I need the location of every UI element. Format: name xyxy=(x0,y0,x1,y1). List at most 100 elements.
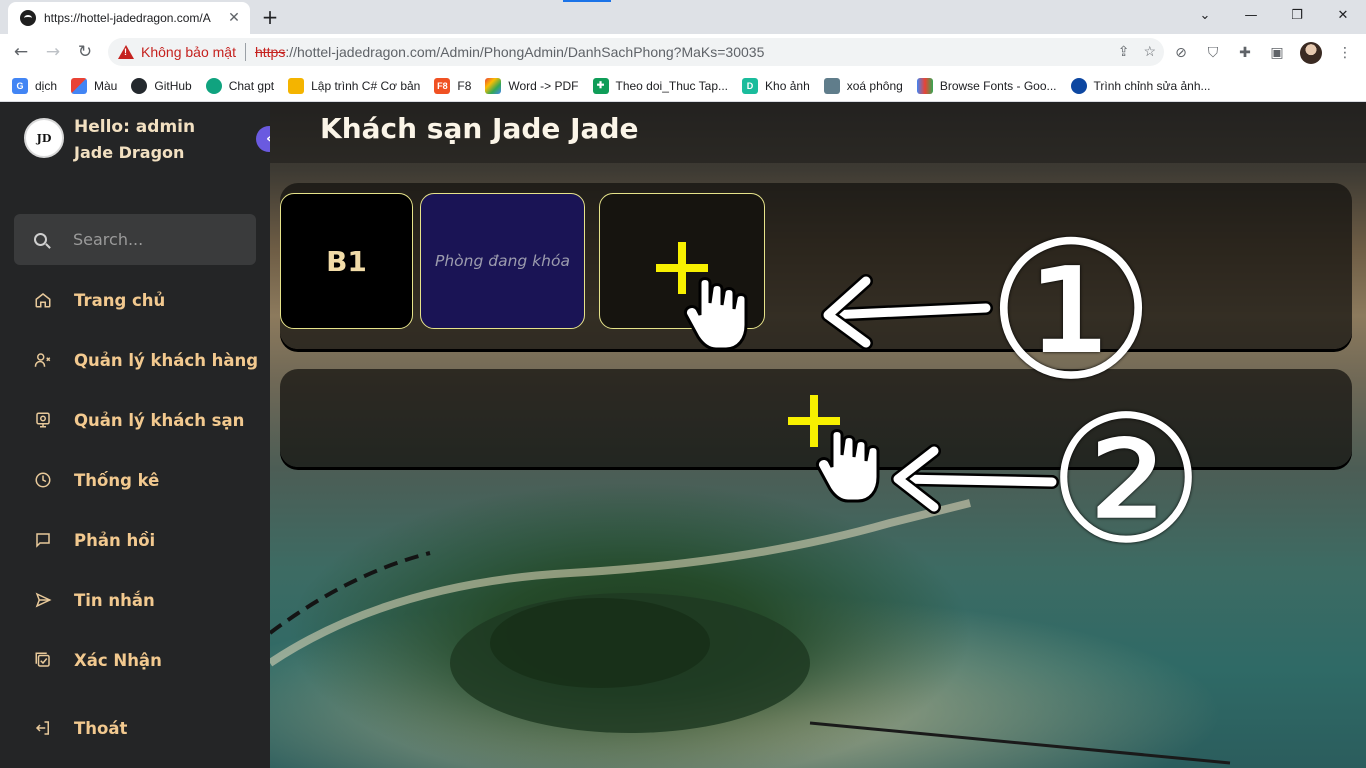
photo-editor-icon xyxy=(1070,77,1087,94)
bookmark-item[interactable]: ✚ Theo doi_Thuc Tap... xyxy=(592,77,728,94)
security-status[interactable]: Không bảo mật xyxy=(141,44,236,60)
annotation-number-1: ① xyxy=(985,201,1157,422)
bookmark-item[interactable]: Word -> PDF xyxy=(485,77,579,94)
jade-dragon-logo xyxy=(24,118,64,158)
url-protocol: https xyxy=(254,44,286,60)
plus-icon xyxy=(656,242,708,294)
share-icon[interactable]: ⇪ xyxy=(1118,43,1130,60)
bookmark-item[interactable]: Gdịch xyxy=(12,77,57,94)
remove-bg-icon xyxy=(823,77,840,94)
close-window-icon[interactable]: ✕ xyxy=(1320,0,1366,30)
sidebar-item-label: Thoát xyxy=(74,718,128,738)
side-panel-icon[interactable]: ▣ xyxy=(1268,44,1286,62)
sidebar-item-feedback[interactable]: Phản hồi xyxy=(0,520,270,560)
room-list-panel: B1 Phòng đang khóa xyxy=(280,183,1352,349)
url-divider xyxy=(244,43,246,61)
annotation-number-2: ② xyxy=(1047,378,1205,583)
sidebar-item-label: Tin nhắn xyxy=(74,590,155,610)
sidebar-item-label: Thống kê xyxy=(74,470,160,490)
puzzle-extensions-icon[interactable]: ✚ xyxy=(1236,44,1254,62)
admin-page: Hello: admin Jade Dragon ‹ Trang chủ Quả… xyxy=(0,103,1366,768)
search-icon xyxy=(34,233,47,246)
photo-store-icon: D xyxy=(742,77,759,94)
greeting: Hello: admin xyxy=(74,117,196,137)
csharp-icon xyxy=(288,77,305,94)
bookmark-item[interactable]: F8 F8 xyxy=(434,77,471,94)
google-fonts-icon xyxy=(916,77,933,94)
user-x-icon xyxy=(33,350,53,370)
word-pdf-icon xyxy=(485,77,502,94)
home-icon xyxy=(33,290,53,310)
reload-icon[interactable]: ↻ xyxy=(72,39,98,65)
brand-name: Jade Dragon xyxy=(74,143,185,162)
address-bar[interactable]: Không bảo mật https ://hottel-jadedragon… xyxy=(108,38,1164,66)
bookmark-item[interactable]: Chat gpt xyxy=(205,77,274,94)
sidebar-item-label: Trang chủ xyxy=(74,290,166,310)
sidebar-item-label: Phản hồi xyxy=(74,530,156,550)
sidebar-item-statistics[interactable]: Thống kê xyxy=(0,460,270,500)
bookmark-item[interactable]: Browse Fonts - Goo... xyxy=(916,77,1057,94)
sidebar-item-label: Quản lý khách sạn xyxy=(74,410,245,430)
send-icon xyxy=(33,590,53,610)
menu-kebab-icon[interactable]: ⋮ xyxy=(1336,44,1354,62)
bookmark-item[interactable]: Màu xyxy=(71,77,117,94)
browser-tabstrip: https://hottel-jadedragon.com/A ✕ + ⌄ — … xyxy=(0,0,1366,34)
f8-icon: F8 xyxy=(434,77,451,94)
extension-icons: ⊘ ⛉ ✚ ▣ ⋮ xyxy=(1172,42,1354,64)
hotel-icon xyxy=(33,410,53,430)
check-square-icon xyxy=(33,650,53,670)
search-input[interactable] xyxy=(73,230,243,249)
search-box[interactable] xyxy=(14,214,256,265)
bookmark-item[interactable]: GitHub xyxy=(131,77,192,94)
profile-avatar[interactable] xyxy=(1300,42,1322,64)
compass-extension-icon[interactable]: ⊘ xyxy=(1172,44,1190,62)
tab-title: https://hottel-jadedragon.com/A xyxy=(44,11,211,25)
add-room-button[interactable] xyxy=(599,193,765,329)
shield-extension-icon[interactable]: ⛉ xyxy=(1204,44,1222,62)
github-icon xyxy=(131,77,148,94)
bookmark-item[interactable]: D Kho ảnh xyxy=(742,77,810,94)
main-content: Khách sạn Jade Jade B1 Phòng đang khóa ①… xyxy=(270,103,1366,768)
browser-toolbar: ← → ↻ Không bảo mật https ://hottel-jade… xyxy=(0,34,1366,70)
window-controls: ⌄ — ❐ ✕ xyxy=(1182,0,1366,30)
room-card-b1[interactable]: B1 xyxy=(280,193,413,329)
new-tab-button[interactable]: + xyxy=(258,6,282,30)
sidebar: Hello: admin Jade Dragon ‹ Trang chủ Quả… xyxy=(0,103,282,768)
logout-icon xyxy=(33,718,53,738)
bookmark-item[interactable]: Lập trình C# Cơ bản xyxy=(288,77,420,94)
sidebar-item-hotels[interactable]: Quản lý khách sạn xyxy=(0,400,270,440)
bookmark-star-icon[interactable]: ☆ xyxy=(1143,43,1156,60)
sidebar-item-home[interactable]: Trang chủ xyxy=(0,280,270,320)
color-palette-icon xyxy=(71,77,88,94)
site-favicon-icon xyxy=(20,10,36,26)
sidebar-item-messages[interactable]: Tin nhắn xyxy=(0,580,270,620)
chatgpt-icon xyxy=(205,77,222,94)
omnibox-actions: ⇪ ☆ xyxy=(1118,43,1156,60)
minimize-icon[interactable]: — xyxy=(1228,0,1274,30)
browser-tab[interactable]: https://hottel-jadedragon.com/A ✕ xyxy=(8,2,250,34)
room-card-locked[interactable]: Phòng đang khóa xyxy=(420,193,585,329)
sidebar-item-confirm[interactable]: Xác Nhận xyxy=(0,640,270,680)
close-tab-icon[interactable]: ✕ xyxy=(226,10,242,26)
bookmark-item[interactable]: xoá phông xyxy=(823,77,903,94)
sidebar-item-logout[interactable]: Thoát xyxy=(0,708,270,748)
google-translate-icon: G xyxy=(12,77,28,94)
page-title: Khách sạn Jade Jade xyxy=(320,112,639,145)
not-secure-warning-icon[interactable] xyxy=(118,45,134,59)
sidebar-item-label: Xác Nhận xyxy=(74,650,162,670)
restore-icon[interactable]: ❐ xyxy=(1274,0,1320,30)
tab-strip-indicator xyxy=(563,0,611,2)
back-icon[interactable]: ← xyxy=(8,39,34,65)
room-status: Phòng đang khóa xyxy=(435,252,570,270)
bookmarks-bar: Gdịch Màu GitHub Chat gpt Lập trình C# C… xyxy=(0,70,1366,102)
url-text: ://hottel-jadedragon.com/Admin/PhongAdmi… xyxy=(285,44,765,60)
forward-icon[interactable]: → xyxy=(40,39,66,65)
sheets-icon: ✚ xyxy=(592,77,609,94)
add-floor-plus-icon[interactable] xyxy=(788,395,840,447)
tab-search-icon[interactable]: ⌄ xyxy=(1182,0,1228,30)
pie-chart-icon xyxy=(33,470,53,490)
bookmark-item[interactable]: Trình chỉnh sửa ảnh... xyxy=(1070,77,1211,94)
sidebar-item-customers[interactable]: Quản lý khách hàng xyxy=(0,340,270,380)
sidebar-item-label: Quản lý khách hàng xyxy=(74,350,259,370)
message-square-icon xyxy=(33,530,53,550)
